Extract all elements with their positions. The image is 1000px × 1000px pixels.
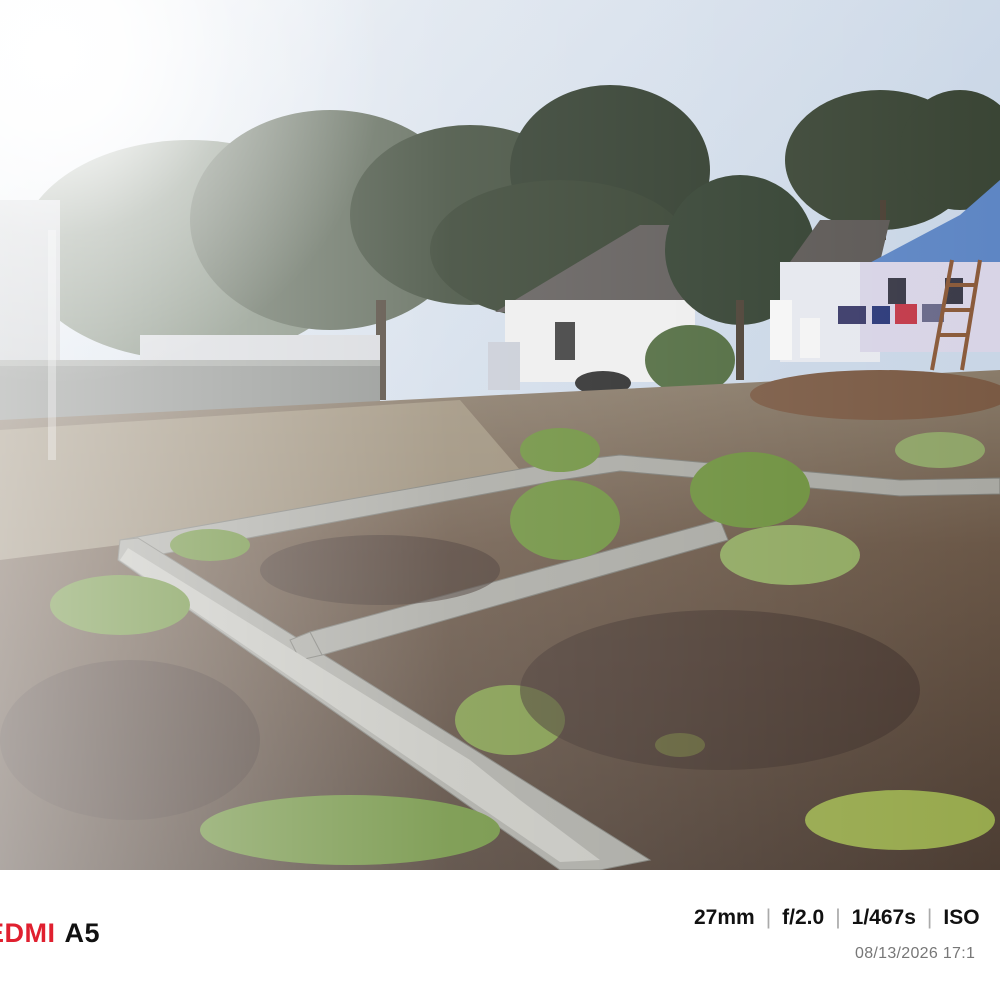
camera-watermark-bar <box>0 870 1000 1000</box>
brand-name: EDMI <box>0 918 56 948</box>
exif-specs: 27mm | f/2.0 | 1/467s | ISO <box>694 906 980 930</box>
separator: | <box>835 906 841 929</box>
separator: | <box>926 906 933 929</box>
iso-label: ISO <box>943 906 980 929</box>
focal-length: 27mm <box>694 906 755 929</box>
separator: | <box>765 906 772 929</box>
aperture: f/2.0 <box>782 906 825 929</box>
brand-model: A5 <box>64 918 101 948</box>
capture-datetime: 08/13/2026 17:1 <box>855 945 976 962</box>
shutter-speed: 1/467s <box>851 906 916 929</box>
garden-plot-photo <box>0 0 1000 870</box>
camera-brand-logo: EDMI A5 <box>0 918 100 949</box>
